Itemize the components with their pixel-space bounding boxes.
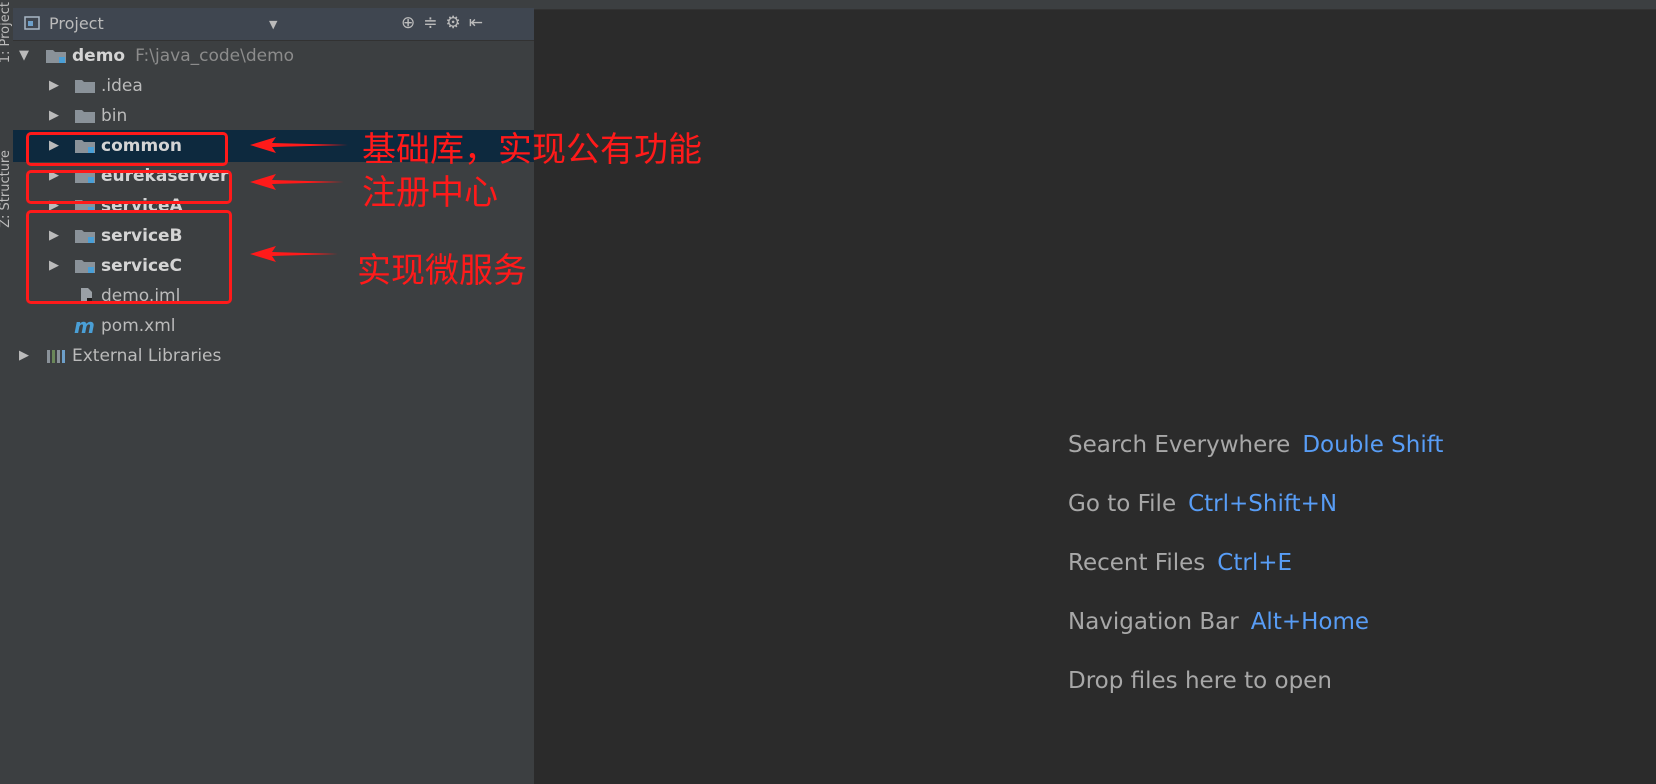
hint-shortcut: Double Shift [1302,432,1444,458]
expand-arrow-icon[interactable]: ▶ [19,340,29,372]
project-view-icon [24,16,40,30]
tree-item-idea[interactable]: ▶ .idea [13,70,534,102]
folder-icon [75,80,95,93]
tree-item-demo[interactable]: ▼ demo F:\java_code\demo [13,40,534,72]
tree-item-label: .idea [101,76,143,96]
hint-recent-files: Recent Files Ctrl+E [1068,550,1292,576]
expand-arrow-icon[interactable]: ▶ [49,70,59,102]
tree-item-label: bin [101,106,128,126]
annotation-arrow-icon [250,174,344,190]
hint-shortcut: Ctrl+E [1217,550,1293,576]
collapse-all-icon[interactable]: ≑ [423,13,445,33]
panel-toolbar: ⊕≑⚙⇤ [401,13,491,33]
panel-title[interactable]: Project [49,14,104,33]
tree-item-external-libraries[interactable]: ▶ External Libraries [13,340,534,372]
hint-drop-files: Drop files here to open [1068,668,1332,694]
editor-top-edge [534,0,1656,10]
structure-tool-tab[interactable]: Z: Structure [0,150,13,228]
highlight-box-services [26,210,232,304]
tree-item-label: pom.xml [101,316,176,336]
hint-go-to-file: Go to File Ctrl+Shift+N [1068,491,1337,517]
tree-item-label: demo F:\java_code\demo [72,40,294,72]
project-panel: Project ▼ ⊕≑⚙⇤ ▼ demo F:\java_code\demo ▶… [13,0,534,784]
folder-icon [75,110,95,123]
view-dropdown-icon[interactable]: ▼ [269,18,277,31]
hint-shortcut: Ctrl+Shift+N [1188,491,1338,517]
hint-text: Recent Files [1068,550,1206,576]
project-name: demo [72,46,126,66]
highlight-box-eurekaserver [26,170,232,204]
hide-panel-icon[interactable]: ⇤ [469,13,491,33]
project-path: F:\java_code\demo [135,46,295,66]
module-folder-icon [46,50,66,63]
hint-navigation-bar: Navigation Bar Alt+Home [1068,609,1369,635]
hint-search-everywhere: Search Everywhere Double Shift [1068,432,1443,458]
libraries-icon [47,350,65,363]
annotation-arrow-icon [250,246,338,262]
tool-window-strip: 1: Project Z: Structure [0,0,14,784]
tree-item-label: External Libraries [72,346,222,366]
maven-icon: m [74,314,95,338]
highlight-box-common [26,132,228,166]
annotation-common: 基础库，实现公有功能 [362,130,702,170]
locate-icon[interactable]: ⊕ [401,13,423,33]
annotation-eureka: 注册中心 [362,173,498,213]
hint-text: Navigation Bar [1068,609,1239,635]
hint-text: Search Everywhere [1068,432,1291,458]
gear-icon[interactable]: ⚙ [446,13,469,33]
annotation-services: 实现微服务 [357,251,527,291]
hint-shortcut: Alt+Home [1250,609,1370,635]
project-tool-tab[interactable]: 1: Project [0,2,13,63]
hint-text: Go to File [1068,491,1177,517]
expand-arrow-icon[interactable]: ▶ [49,100,59,132]
expand-arrow-icon[interactable]: ▼ [19,40,29,72]
annotation-arrow-icon [250,137,348,153]
project-panel-header: Project ▼ ⊕≑⚙⇤ [13,8,534,41]
hint-text: Drop files here to open [1068,668,1332,694]
tree-item-pom-xml[interactable]: m pom.xml [13,310,534,342]
